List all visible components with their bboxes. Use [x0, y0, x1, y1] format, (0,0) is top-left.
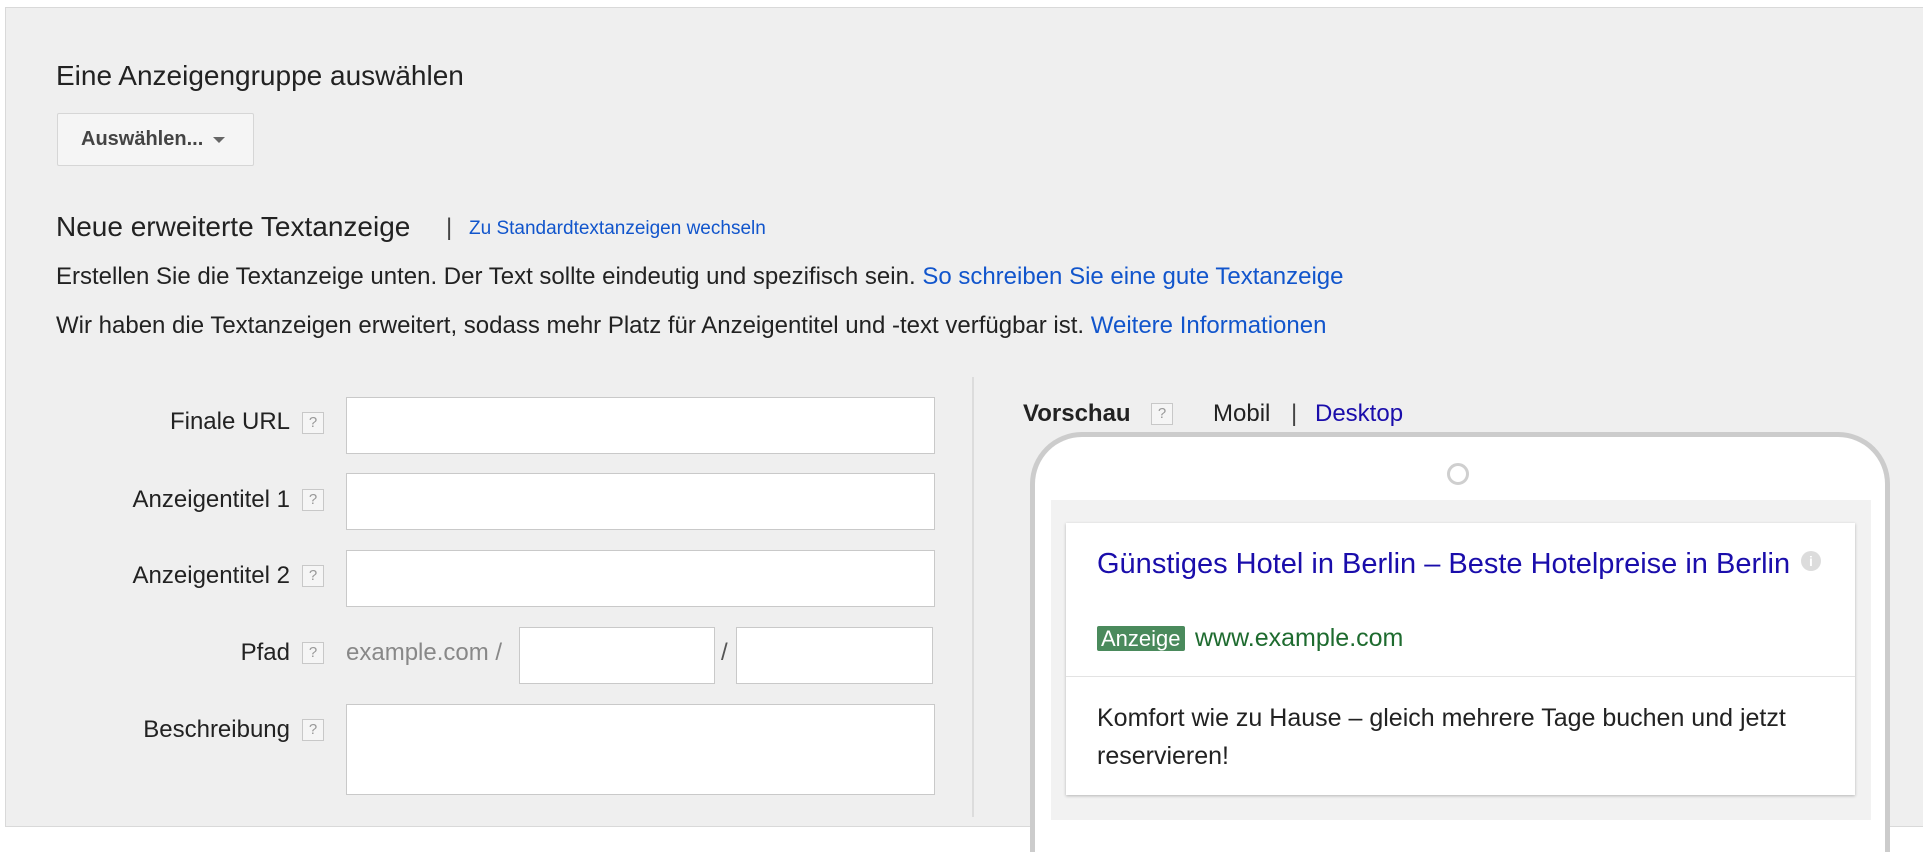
- preview-heading: Vorschau: [1023, 400, 1131, 427]
- final-url-input[interactable]: [346, 397, 935, 454]
- adgroup-heading: Eine Anzeigengruppe auswählen: [56, 60, 464, 91]
- path-domain: example.com /: [346, 639, 503, 666]
- headline1-input[interactable]: [346, 473, 935, 530]
- headline2-help-icon[interactable]: ?: [302, 565, 324, 587]
- ad-url-line: Anzeige www.example.com: [1097, 624, 1403, 653]
- headline2-label: Anzeigentitel 2: [132, 562, 290, 589]
- ad-title[interactable]: Günstiges Hotel in Berlin – Beste Hotelp…: [1097, 545, 1797, 583]
- column-divider: [972, 377, 974, 817]
- headline2-input[interactable]: [346, 550, 935, 607]
- path2-input[interactable]: [736, 627, 933, 684]
- writing-tips-link[interactable]: So schreiben Sie eine gute Textanzeige: [922, 263, 1343, 290]
- ad-display-url: www.example.com: [1194, 624, 1404, 652]
- tab-desktop[interactable]: Desktop: [1315, 400, 1403, 428]
- phone-speaker: [1447, 463, 1469, 485]
- info-line-1: Erstellen Sie die Textanzeige unten. Der…: [56, 263, 1344, 291]
- preview-tab-separator: |: [1291, 400, 1298, 427]
- description-help-icon[interactable]: ?: [302, 719, 324, 741]
- description-input[interactable]: [346, 704, 935, 795]
- headline1-label: Anzeigentitel 1: [132, 486, 290, 513]
- headline1-help-icon[interactable]: ?: [302, 489, 324, 511]
- tab-mobile[interactable]: Mobil: [1213, 400, 1270, 428]
- chevron-down-icon: [213, 136, 226, 143]
- path-help-icon[interactable]: ?: [302, 642, 324, 664]
- description-label: Beschreibung: [143, 716, 290, 743]
- info-icon[interactable]: i: [1801, 551, 1821, 571]
- preview-help-icon[interactable]: ?: [1151, 403, 1173, 425]
- info-line-1-text: Erstellen Sie die Textanzeige unten. Der…: [56, 263, 916, 290]
- path-label: Pfad: [240, 639, 290, 666]
- ad-description: Komfort wie zu Hause – gleich mehrere Ta…: [1097, 704, 1786, 770]
- ad-badge: Anzeige: [1097, 626, 1185, 651]
- path1-input[interactable]: [519, 627, 715, 684]
- switch-to-standard-link[interactable]: Zu Standardtextanzeigen wechseln: [469, 218, 766, 240]
- section-separator: |: [446, 214, 453, 241]
- adgroup-select-label: Auswählen...: [81, 128, 204, 150]
- path-separator: /: [721, 639, 728, 666]
- more-info-link[interactable]: Weitere Informationen: [1091, 312, 1327, 339]
- ad-card-divider: [1066, 676, 1855, 677]
- info-line-2-text: Wir haben die Textanzeigen erweitert, so…: [56, 312, 1085, 339]
- info-line-2: Wir haben die Textanzeigen erweitert, so…: [56, 312, 1326, 340]
- final-url-help-icon[interactable]: ?: [302, 412, 324, 434]
- section-heading: Neue erweiterte Textanzeige: [56, 211, 411, 242]
- adgroup-select-button[interactable]: Auswählen...: [57, 113, 254, 166]
- final-url-label: Finale URL: [169, 408, 290, 435]
